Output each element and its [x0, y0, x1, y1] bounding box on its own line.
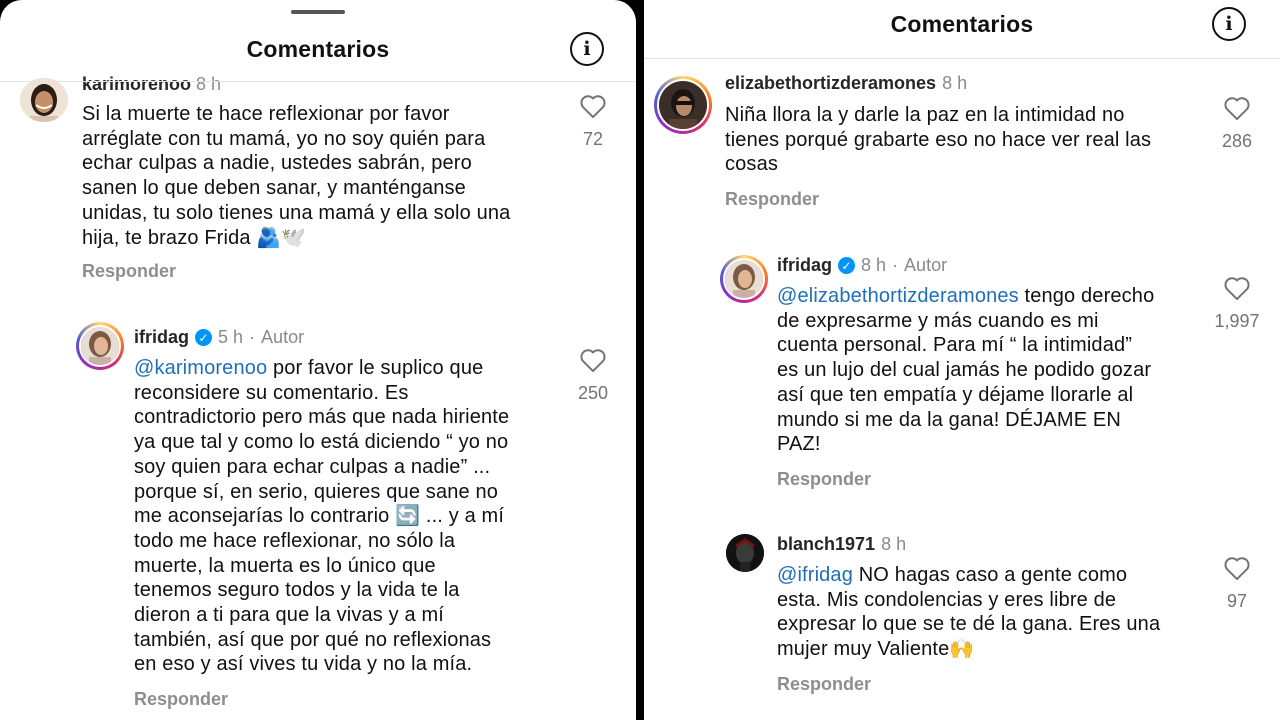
comment-meta: karimorenoo 8 h [82, 74, 221, 95]
mention-link[interactable]: @ifridag [777, 564, 853, 586]
header: Comentarios i [644, 2, 1280, 46]
like-count: 97 [1226, 591, 1248, 611]
heart-outline-icon [1224, 97, 1250, 121]
like-button[interactable]: 97 [1207, 555, 1267, 612]
reply-button[interactable]: Responder [777, 469, 871, 490]
header-divider [644, 58, 1280, 59]
reply-button[interactable]: Responder [82, 261, 176, 282]
avatar[interactable] [720, 255, 768, 303]
comment-username[interactable]: elizabethortizderamones [725, 73, 936, 94]
comment-text: @elizabethortizderamones tengo derecho d… [777, 285, 1155, 456]
author-label: Autor [261, 327, 305, 347]
verified-badge-icon: ✓ [838, 257, 856, 274]
comment-time: 8 h [196, 74, 222, 94]
comments-sheet-left: karimorenoo 8 h Comentarios i Si la muer… [0, 0, 636, 720]
header-title: Comentarios [246, 35, 390, 62]
comment-username[interactable]: blanch1971 [777, 534, 875, 555]
info-icon[interactable]: i [570, 32, 604, 66]
comment-meta: ifridag ✓ 5 h · Autor [134, 327, 305, 348]
heart-outline-icon [580, 349, 606, 373]
comment-time: 5 h [218, 327, 244, 347]
comment-meta: blanch1971 8 h [777, 534, 906, 555]
like-button[interactable]: 72 [563, 93, 623, 150]
comment-text: @karimorenoo por favor le suplico que re… [134, 357, 510, 676]
comment-text: Niña llora la y darle la paz en la intim… [725, 104, 1152, 176]
mention-link[interactable]: @karimorenoo [134, 357, 267, 379]
reply-button[interactable]: Responder [777, 674, 871, 695]
comment-time: 8 h [861, 255, 887, 275]
comment-meta: elizabethortizderamones 8 h [725, 73, 967, 94]
avatar-photo [725, 260, 763, 298]
header-title: Comentarios [890, 10, 1034, 37]
comment-text: Si la muerte te hace reflexionar por fav… [82, 103, 511, 249]
like-count: 72 [582, 129, 604, 149]
comment-username[interactable]: ifridag [777, 255, 832, 276]
comment-username[interactable]: karimorenoo [82, 74, 191, 94]
header-divider [0, 81, 636, 82]
like-count: 250 [577, 383, 609, 403]
verified-badge-icon: ✓ [195, 329, 213, 346]
reply-button[interactable]: Responder [134, 689, 228, 710]
avatar[interactable] [654, 76, 712, 134]
info-icon[interactable]: i [1212, 7, 1246, 41]
comment-username[interactable]: ifridag [134, 327, 189, 348]
like-button[interactable]: 286 [1207, 95, 1267, 152]
author-label: Autor [904, 255, 948, 275]
mention-link[interactable]: @elizabethortizderamones [777, 285, 1019, 307]
like-count: 1,997 [1214, 311, 1260, 331]
avatar-photo [20, 78, 68, 122]
avatar-photo [81, 327, 119, 365]
comment-meta: ifridag ✓ 8 h · Autor [777, 255, 948, 276]
like-count: 286 [1221, 131, 1253, 151]
avatar[interactable] [20, 78, 68, 122]
heart-outline-icon [1224, 557, 1250, 581]
avatar[interactable] [726, 534, 764, 572]
avatar-photo [659, 81, 707, 129]
comment-time: 8 h [942, 73, 968, 93]
reply-button[interactable]: Responder [725, 189, 819, 210]
comment-time: 8 h [881, 534, 907, 554]
like-button[interactable]: 250 [563, 347, 623, 404]
header: Comentarios i [0, 26, 636, 72]
heart-outline-icon [1224, 277, 1250, 301]
heart-outline-icon [580, 95, 606, 119]
avatar-photo [726, 534, 764, 572]
like-button[interactable]: 1,997 [1207, 275, 1267, 332]
comments-sheet-right: Comentarios i elizabethortizderamones 8 … [644, 0, 1280, 720]
comment-text: @ifridag NO hagas caso a gente como esta… [777, 564, 1161, 661]
sheet-grab-handle[interactable] [291, 10, 345, 14]
avatar[interactable] [76, 322, 124, 370]
